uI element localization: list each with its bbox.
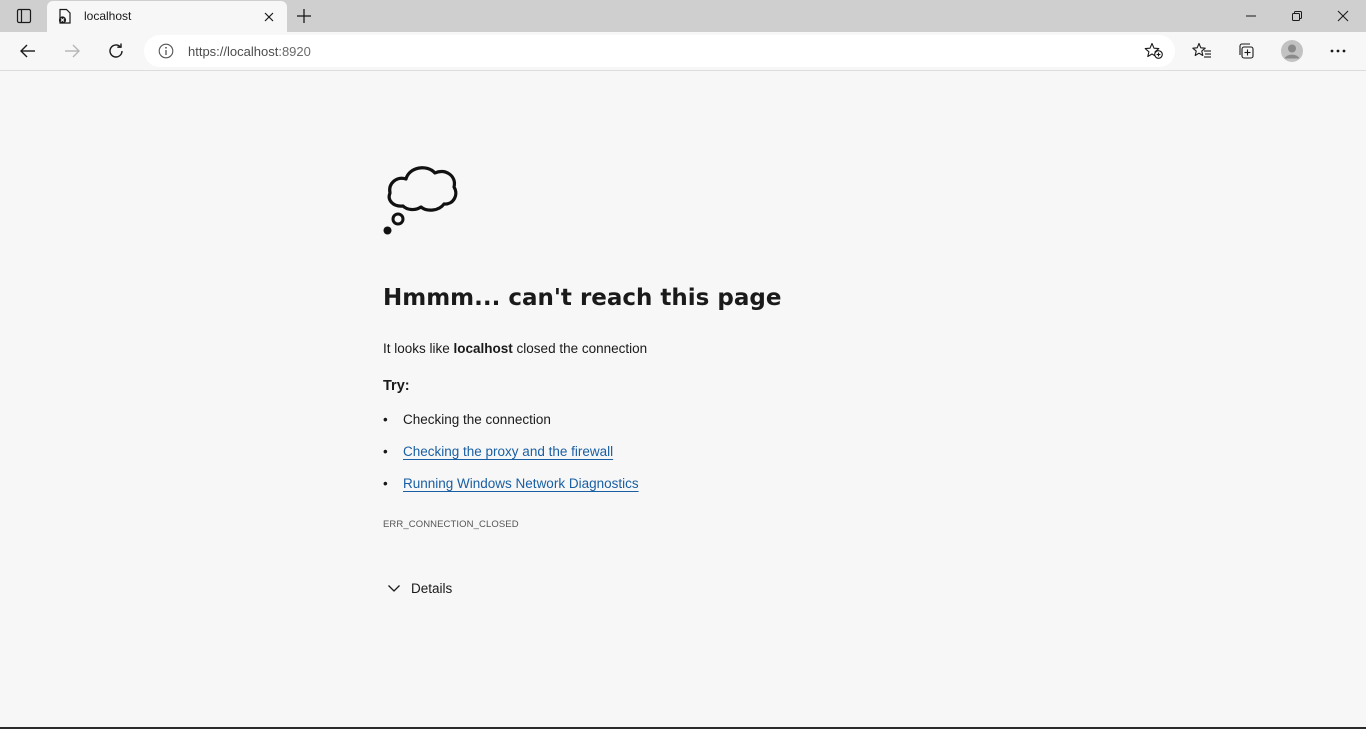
active-tab[interactable]: localhost xyxy=(47,1,287,32)
window-close-button[interactable] xyxy=(1320,0,1366,32)
plus-icon xyxy=(296,8,312,24)
thought-cloud-icon xyxy=(383,160,459,238)
info-icon[interactable] xyxy=(158,43,174,59)
collections-icon xyxy=(1237,42,1255,60)
more-button[interactable] xyxy=(1323,36,1353,66)
proxy-firewall-link[interactable]: Checking the proxy and the firewall xyxy=(403,444,613,459)
url-text[interactable]: https://localhost:8920 xyxy=(188,44,311,59)
network-diagnostics-link[interactable]: Running Windows Network Diagnostics xyxy=(403,476,639,491)
error-description: It looks like localhost closed the conne… xyxy=(383,341,647,356)
page-error-icon xyxy=(57,8,73,25)
tab-actions-button[interactable] xyxy=(8,4,40,28)
lead-host: localhost xyxy=(453,341,513,356)
address-bar[interactable]: https://localhost:8920 xyxy=(144,35,1175,67)
lead-prefix: It looks like xyxy=(383,341,454,356)
tab-close-button[interactable] xyxy=(261,9,277,25)
error-code: ERR_CONNECTION_CLOSED xyxy=(383,519,519,530)
tab-strip: localhost xyxy=(0,0,1366,32)
star-add-icon[interactable] xyxy=(1144,42,1164,60)
url-port: :8920 xyxy=(278,44,311,59)
try-label: Try: xyxy=(383,378,410,394)
collections-button[interactable] xyxy=(1231,36,1261,66)
chevron-down-icon xyxy=(387,584,409,593)
lead-suffix: closed the connection xyxy=(512,341,648,356)
window-close-icon xyxy=(1337,10,1349,22)
bullet: • xyxy=(383,444,388,459)
profile-avatar xyxy=(1280,39,1304,63)
suggestion-check-connection: Checking the connection xyxy=(403,412,551,427)
profile-button[interactable] xyxy=(1277,36,1307,66)
back-button[interactable] xyxy=(13,36,43,66)
refresh-button[interactable] xyxy=(101,36,131,66)
tab-title: localhost xyxy=(84,9,132,23)
bullet: • xyxy=(383,476,388,491)
close-icon xyxy=(264,12,274,22)
forward-arrow-icon xyxy=(63,42,81,60)
new-tab-button[interactable] xyxy=(293,5,315,27)
restore-icon xyxy=(1291,10,1303,22)
favorites-icon xyxy=(1192,42,1212,60)
forward-button[interactable] xyxy=(57,36,87,66)
minimize-icon xyxy=(1245,10,1257,22)
browser-toolbar: https://localhost:8920 xyxy=(0,32,1366,71)
restore-button[interactable] xyxy=(1274,0,1320,32)
favorites-button[interactable] xyxy=(1187,36,1217,66)
bullet: • xyxy=(383,412,388,427)
back-arrow-icon xyxy=(19,42,37,60)
error-heading: Hmmm... can't reach this page xyxy=(383,285,782,311)
tab-actions-icon xyxy=(16,8,32,24)
url-host: https://localhost xyxy=(188,44,279,59)
details-label: Details xyxy=(411,580,453,596)
refresh-icon xyxy=(107,42,125,60)
more-icon xyxy=(1329,48,1347,54)
details-button[interactable]: Details xyxy=(383,578,452,598)
minimize-button[interactable] xyxy=(1228,0,1274,32)
